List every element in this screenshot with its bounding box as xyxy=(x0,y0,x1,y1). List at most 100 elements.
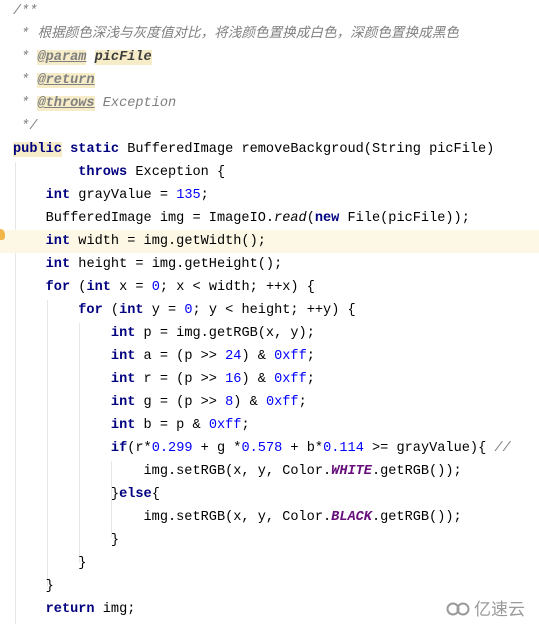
code-token: img.setRGB(x, y, Color. xyxy=(13,464,332,479)
code-line[interactable]: public static BufferedImage removeBackgr… xyxy=(0,138,539,161)
code-token: a = (p >> xyxy=(135,349,226,364)
code-token: WHITE xyxy=(331,464,372,479)
code-token: 0xff xyxy=(208,418,242,433)
code-token: /** xyxy=(13,4,38,19)
code-token: 0.299 xyxy=(151,441,193,456)
code-token: + b* xyxy=(282,441,324,456)
code-token: 0xff xyxy=(274,349,307,364)
code-token: picFile xyxy=(94,50,152,65)
code-token: .getRGB()); xyxy=(371,510,462,525)
code-token: @throws xyxy=(37,96,95,111)
code-line[interactable]: } xyxy=(0,529,539,552)
code-token: Exception { xyxy=(127,165,226,180)
code-token: ) & xyxy=(241,349,275,364)
cloud-logo-icon xyxy=(446,602,470,615)
code-token: g = (p >> xyxy=(135,395,226,410)
code-line[interactable]: int r = (p >> 16) & 0xff; xyxy=(0,368,539,391)
code-token: BufferedImage removeBackgroud(String pic… xyxy=(119,142,495,157)
code-line[interactable]: throws Exception { xyxy=(0,161,539,184)
code-line[interactable]: } xyxy=(0,552,539,575)
code-token: * 根据颜色深浅与灰度值对比，将浅颜色置换成白色，深颜色置换成黑色 xyxy=(13,27,459,42)
code-line[interactable]: int p = img.getRGB(x, y); xyxy=(0,322,539,345)
code-token: >= grayValue){ xyxy=(363,441,495,456)
code-line[interactable]: int width = img.getWidth(); xyxy=(0,230,539,253)
code-line[interactable]: int a = (p >> 24) & 0xff; xyxy=(0,345,539,368)
code-line[interactable]: /** xyxy=(0,0,539,23)
code-token: int xyxy=(119,303,144,318)
code-token: // xyxy=(494,441,511,456)
code-token: ; y < height; ++y) { xyxy=(192,303,356,318)
code-token: read xyxy=(274,211,307,226)
code-token: int xyxy=(110,418,136,433)
code-token: grayValue = xyxy=(70,188,177,203)
code-token: ( xyxy=(102,303,120,318)
code-line[interactable]: BufferedImage img = ImageIO.read(new Fil… xyxy=(0,207,539,230)
code-token: public xyxy=(13,142,62,157)
code-token: img.setRGB(x, y, Color. xyxy=(13,510,332,525)
code-token: ; xyxy=(200,188,209,203)
code-line[interactable]: * @throws Exception xyxy=(0,92,539,115)
code-line[interactable]: }else{ xyxy=(0,483,539,506)
code-line[interactable]: for (int x = 0; x < width; ++x) { xyxy=(0,276,539,299)
code-token: BLACK xyxy=(331,510,372,525)
watermark-text: 亿速云 xyxy=(474,600,525,620)
code-line[interactable]: */ xyxy=(0,115,539,138)
code-token: throws xyxy=(78,165,128,180)
code-line[interactable]: for (int y = 0; y < height; ++y) { xyxy=(0,299,539,322)
code-line[interactable]: img.setRGB(x, y, Color.WHITE.getRGB()); xyxy=(0,460,539,483)
watermark: 亿速云 xyxy=(445,595,525,620)
code-token: Exception xyxy=(94,96,177,111)
code-token: b = p & xyxy=(135,418,209,433)
code-token: ) & xyxy=(233,395,266,410)
code-line[interactable]: if(r*0.299 + g *0.578 + b*0.114 >= grayV… xyxy=(0,437,539,460)
code-lines: /** * 根据颜色深浅与灰度值对比，将浅颜色置换成白色，深颜色置换成黑色 * … xyxy=(0,0,539,621)
code-line[interactable]: int grayValue = 135; xyxy=(0,184,539,207)
code-token: for xyxy=(78,303,103,318)
code-token: 24 xyxy=(225,349,242,364)
code-token: * xyxy=(13,50,38,65)
code-line[interactable]: int g = (p >> 8) & 0xff; xyxy=(0,391,539,414)
code-token: ; x < width; ++x) { xyxy=(159,280,315,295)
code-token: y = xyxy=(143,303,185,318)
code-line[interactable]: int height = img.getHeight(); xyxy=(0,253,539,276)
code-token: int xyxy=(110,326,136,341)
code-token: 135 xyxy=(176,188,201,203)
code-token: int xyxy=(110,349,136,364)
code-token: int xyxy=(45,188,71,203)
code-line[interactable]: * 根据颜色深浅与灰度值对比，将浅颜色置换成白色，深颜色置换成黑色 xyxy=(0,23,539,46)
code-token: } xyxy=(13,556,87,571)
code-token: ; xyxy=(241,418,250,433)
code-token: 0 xyxy=(184,303,193,318)
code-token: static xyxy=(70,142,120,157)
code-token: ( xyxy=(70,280,87,295)
code-token: height = img.getHeight(); xyxy=(70,257,283,272)
code-token: } xyxy=(13,579,54,594)
code-token: } xyxy=(13,487,120,502)
code-token: int xyxy=(110,395,136,410)
code-token: * xyxy=(13,96,38,111)
lightbulb-icon[interactable] xyxy=(0,229,5,240)
code-editor[interactable]: /** * 根据颜色深浅与灰度值对比，将浅颜色置换成白色，深颜色置换成黑色 * … xyxy=(0,0,539,624)
code-line[interactable]: * @return xyxy=(0,69,539,92)
code-token: } xyxy=(13,533,120,548)
code-token: int xyxy=(45,257,71,272)
code-line[interactable]: * @param picFile xyxy=(0,46,539,69)
code-line[interactable]: img.setRGB(x, y, Color.BLACK.getRGB()); xyxy=(0,506,539,529)
code-line[interactable]: int b = p & 0xff; xyxy=(0,414,539,437)
code-token: width = img.getWidth(); xyxy=(70,234,266,249)
code-token: ; xyxy=(306,372,315,387)
